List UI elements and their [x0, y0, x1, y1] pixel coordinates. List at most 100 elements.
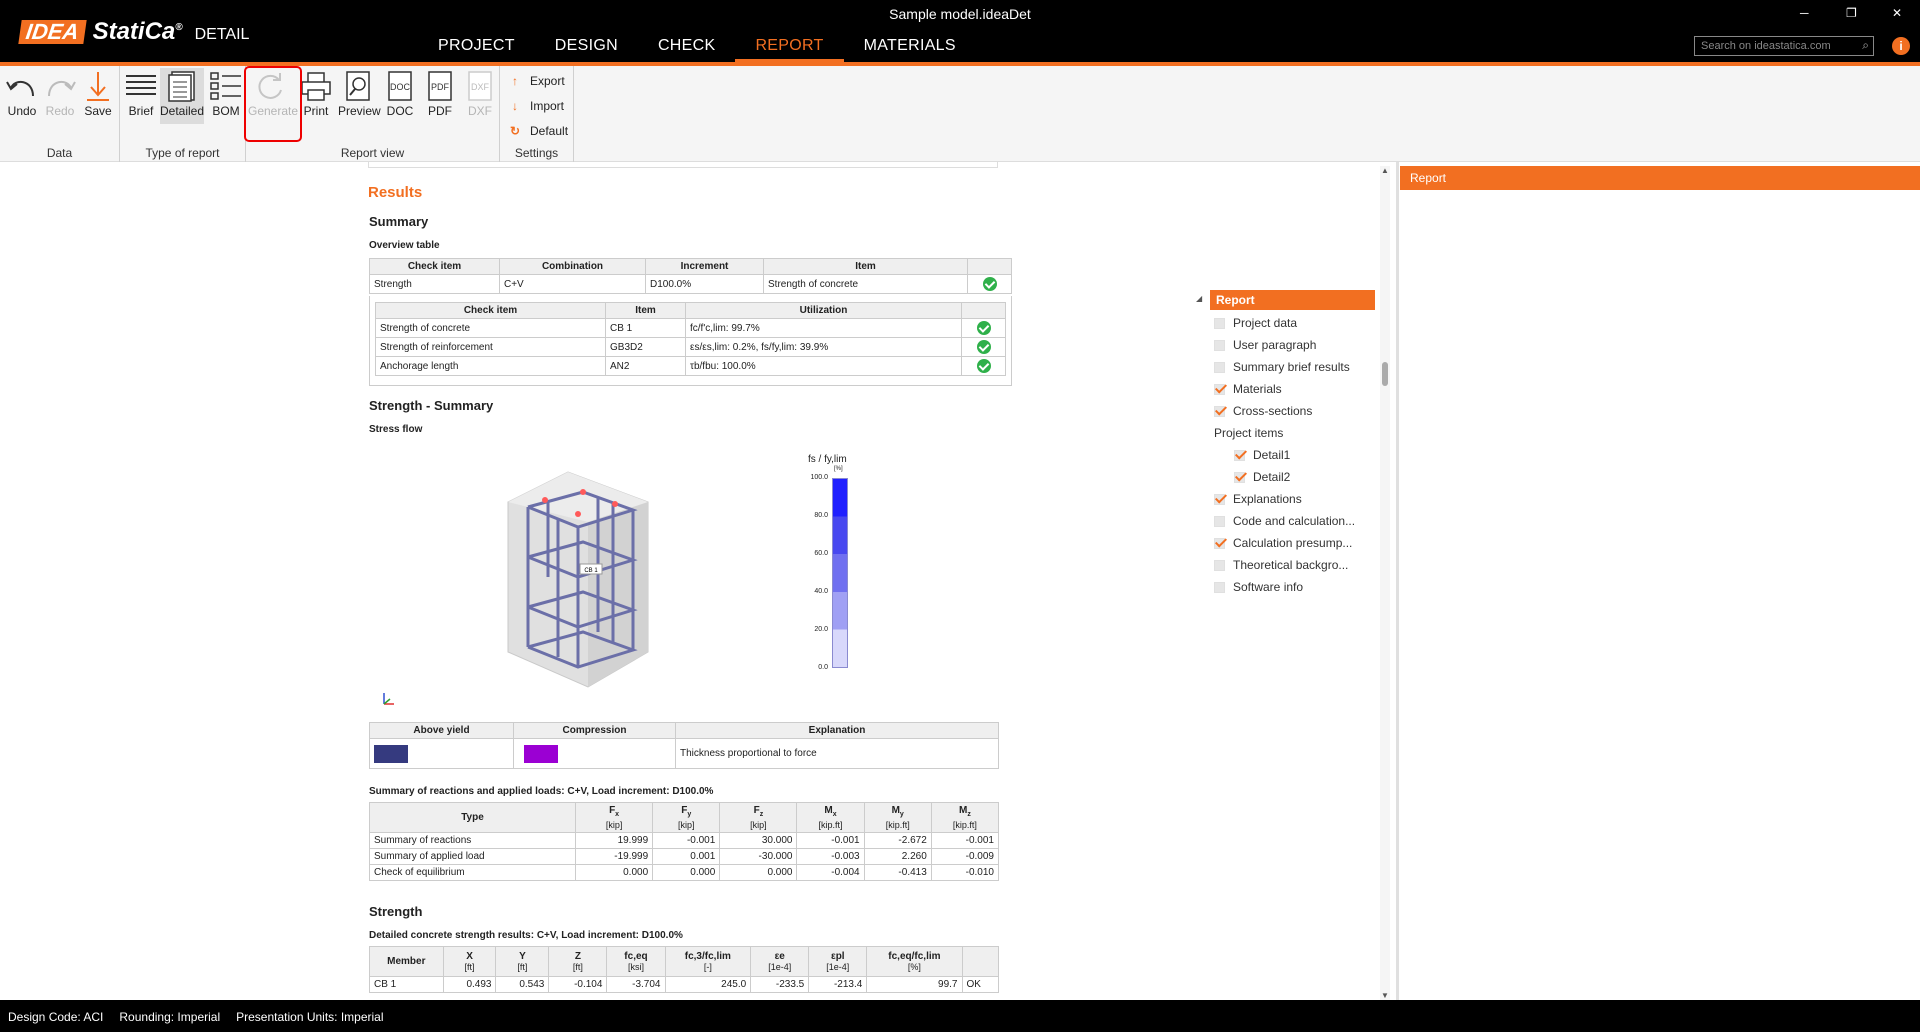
export-button[interactable]: ↑ Export — [508, 72, 565, 90]
tree-item[interactable]: Software info — [1214, 580, 1303, 594]
reactions-cell: -30.000 — [719, 848, 798, 865]
redo-button[interactable]: Redo — [40, 68, 80, 124]
maximize-button[interactable]: ❐ — [1846, 6, 1857, 20]
checkbox-icon[interactable] — [1214, 559, 1225, 571]
tree-item[interactable]: Cross-sections — [1214, 404, 1312, 418]
bom-button[interactable]: BOM — [206, 68, 246, 124]
checkbox-icon[interactable] — [1214, 361, 1225, 373]
concrete-header-unit: [1e-4] — [826, 961, 850, 972]
overview-table: Check item Combination Increment Item St… — [369, 258, 1012, 294]
tree-item-label: Theoretical backgro... — [1233, 558, 1349, 572]
ok-check-icon — [976, 321, 991, 335]
tree-item[interactable]: Explanations — [1214, 492, 1302, 506]
checkbox-icon[interactable] — [1214, 317, 1225, 329]
scroll-up-arrow[interactable]: ▲ — [1380, 166, 1390, 175]
reactions-row: Summary of reactions 19.999 -0.001 30.000 -0… — [369, 832, 1000, 849]
concrete-results-table: Member X [ft] Y [ft] Z [ft] fc,eq [ksi] fc,3/fc,l… — [369, 946, 999, 993]
checkbox-icon[interactable] — [1214, 383, 1225, 395]
legend-swatch-compression — [524, 744, 558, 763]
pdf-button[interactable]: PDF PDF — [420, 68, 460, 124]
checks-cell: τb/fbu: 100.0% — [685, 356, 962, 376]
tree-item-label: Code and calculation... — [1233, 514, 1356, 528]
default-button[interactable]: ↻ Default — [508, 122, 568, 140]
tree-item[interactable]: Materials — [1214, 382, 1282, 396]
tree-item[interactable]: Detail1 — [1234, 448, 1290, 462]
reactions-cell: 0.000 — [652, 864, 721, 881]
results-heading: Results — [368, 184, 423, 201]
default-label: Default — [530, 124, 569, 138]
info-icon[interactable]: i — [1892, 37, 1910, 55]
report-tree: ◢ Report Project data User paragraph Summa… — [1196, 290, 1410, 620]
checks-cell: Anchorage length — [375, 356, 606, 376]
search-input[interactable]: Search on ideastatica.com ⌕ — [1694, 36, 1874, 56]
concrete-header-unit: [ft] — [464, 961, 475, 972]
tab-materials[interactable]: MATERIALS — [844, 36, 976, 62]
tree-item[interactable]: Theoretical backgro... — [1214, 558, 1348, 572]
checkbox-icon[interactable] — [1234, 449, 1245, 461]
scroll-down-arrow[interactable]: ▼ — [1380, 991, 1390, 1000]
reactions-title: Summary of reactions and applied loads: … — [369, 786, 714, 797]
tree-item[interactable]: Detail2 — [1234, 470, 1290, 484]
checkbox-icon[interactable] — [1214, 405, 1225, 417]
tree-root-report[interactable]: Report — [1210, 290, 1375, 310]
concrete-header: εpl [1e-4] — [808, 946, 868, 977]
tree-collapse-icon[interactable]: ◢ — [1196, 294, 1202, 303]
concrete-header-unit: [ft] — [517, 961, 528, 972]
doc-button[interactable]: DOC DOC — [380, 68, 420, 124]
scale-tick-label: 20.0 — [814, 626, 828, 633]
minimize-button[interactable]: ─ — [1800, 6, 1809, 20]
logo-product-text: StatiCa — [92, 18, 176, 45]
tab-design[interactable]: DESIGN — [535, 36, 638, 62]
brief-button[interactable]: Brief — [121, 68, 161, 124]
ribbon-group-type-of-report: Brief Detailed BOM Type of report — [120, 66, 246, 162]
import-button[interactable]: ↓ Import — [508, 97, 564, 115]
overview-cell: C+V — [499, 274, 646, 294]
tree-item[interactable]: User paragraph — [1214, 338, 1316, 352]
checks-header-utilization: Utilization — [685, 302, 962, 319]
concrete-header: εe [1e-4] — [750, 946, 810, 977]
reactions-header-symbol: M — [891, 804, 900, 816]
tree-item[interactable]: Code and calculation... — [1214, 514, 1355, 528]
checkbox-icon[interactable] — [1214, 581, 1225, 593]
save-button[interactable]: Save — [78, 68, 118, 124]
tab-check[interactable]: CHECK — [638, 36, 736, 62]
checkbox-icon[interactable] — [1214, 537, 1225, 549]
concrete-header-label: Member — [387, 955, 426, 967]
legend-table: Above yield Compression Explanation Thic… — [369, 722, 999, 769]
tab-project[interactable]: PROJECT — [418, 36, 535, 62]
dxf-button[interactable]: DXF DXF — [460, 68, 500, 124]
concrete-header-label: εe — [774, 950, 785, 962]
tab-report[interactable]: REPORT — [735, 36, 844, 62]
reactions-cell: 0.000 — [719, 864, 798, 881]
summary-heading: Summary — [369, 214, 429, 229]
concrete-cell: -3.704 — [606, 976, 666, 993]
brief-label: Brief — [128, 104, 154, 118]
preview-button[interactable]: Preview — [338, 68, 381, 124]
reactions-header-unit: [kip.ft] — [885, 819, 910, 830]
tree-item[interactable]: Calculation presump... — [1214, 536, 1352, 550]
checkbox-icon[interactable] — [1214, 493, 1225, 505]
search-icon[interactable]: ⌕ — [1862, 38, 1869, 53]
concrete-cell: 0.543 — [495, 976, 550, 993]
scale-tick-label: 0.0 — [818, 664, 828, 671]
reactions-cell: -0.413 — [863, 864, 932, 881]
ok-check-icon — [976, 340, 991, 354]
close-button[interactable]: ✕ — [1892, 6, 1902, 20]
tree-item[interactable]: Project items — [1214, 426, 1283, 440]
tree-item[interactable]: Summary brief results — [1214, 360, 1350, 374]
reactions-cell: -0.004 — [796, 864, 865, 881]
tree-item[interactable]: Project data — [1214, 316, 1297, 330]
reactions-header-sub: y — [899, 810, 904, 818]
save-label: Save — [84, 104, 112, 118]
checkbox-icon[interactable] — [1214, 339, 1225, 351]
overview-row: Strength C+V D100.0% Strength of concret… — [369, 274, 1012, 294]
undo-button[interactable]: Undo — [2, 68, 42, 124]
concrete-cell: 99.7 — [866, 976, 963, 993]
prev-table-edge — [368, 162, 998, 168]
print-button[interactable]: Print — [296, 68, 336, 124]
ok-check-icon — [976, 359, 991, 373]
detailed-button[interactable]: Detailed — [160, 68, 204, 124]
checkbox-icon[interactable] — [1214, 515, 1225, 527]
checkbox-icon[interactable] — [1234, 471, 1245, 483]
concrete-header: Member — [369, 946, 444, 977]
